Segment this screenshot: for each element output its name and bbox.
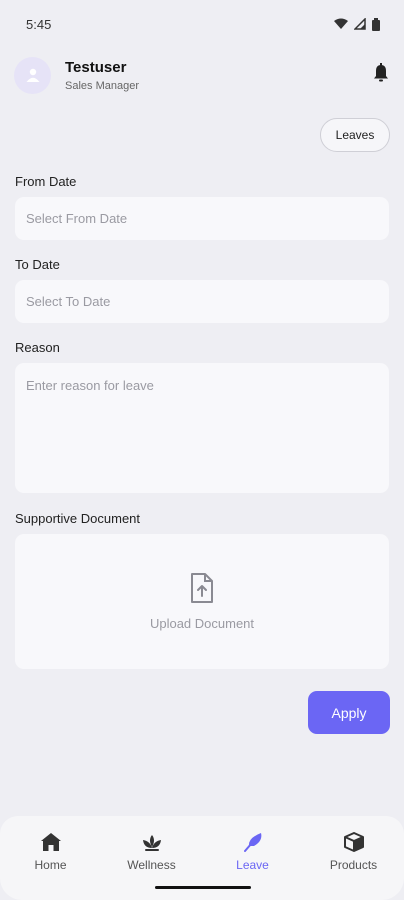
to-date-label: To Date (15, 257, 60, 272)
lotus-icon (142, 835, 161, 851)
apply-button[interactable]: Apply (308, 691, 390, 734)
nav-label-leave: Leave (236, 858, 269, 872)
nav-label-products: Products (329, 858, 378, 872)
nav-item-home[interactable]: Home (0, 816, 101, 900)
to-date-field[interactable]: Select To Date (15, 280, 389, 323)
feather-icon (243, 833, 261, 852)
reason-label: Reason (15, 340, 60, 355)
user-icon (26, 68, 39, 82)
status-time: 5:45 (26, 16, 52, 32)
leaves-button[interactable]: Leaves (320, 118, 390, 152)
header: Testuser Sales Manager (14, 55, 390, 95)
status-icons (334, 17, 380, 31)
document-label: Supportive Document (15, 511, 141, 526)
screen: 5:45 Testuser Sales Manager Leaves From … (0, 0, 404, 900)
nav-label-home: Home (34, 858, 67, 872)
file-upload-icon (191, 573, 213, 603)
from-date-label: From Date (15, 174, 77, 189)
wifi-icon (334, 18, 348, 29)
from-date-field[interactable]: Select From Date (15, 197, 389, 240)
battery-icon (372, 17, 380, 31)
signal-icon (354, 18, 366, 30)
nav-label-wellness: Wellness (127, 858, 176, 872)
upload-document-area[interactable]: Upload Document (15, 534, 389, 669)
bell-icon[interactable] (372, 63, 390, 83)
home-indicator (155, 886, 251, 889)
user-role: Sales Manager (65, 79, 139, 92)
home-icon (40, 833, 61, 851)
box-icon (343, 832, 364, 852)
status-bar: 5:45 (26, 14, 380, 34)
avatar[interactable] (14, 56, 51, 94)
upload-document-label: Upload Document (149, 616, 255, 631)
nav-item-products[interactable]: Products (303, 816, 404, 900)
user-info: Testuser Sales Manager (65, 59, 139, 92)
user-name: Testuser (65, 58, 127, 76)
reason-textarea[interactable]: Enter reason for leave (15, 363, 389, 493)
